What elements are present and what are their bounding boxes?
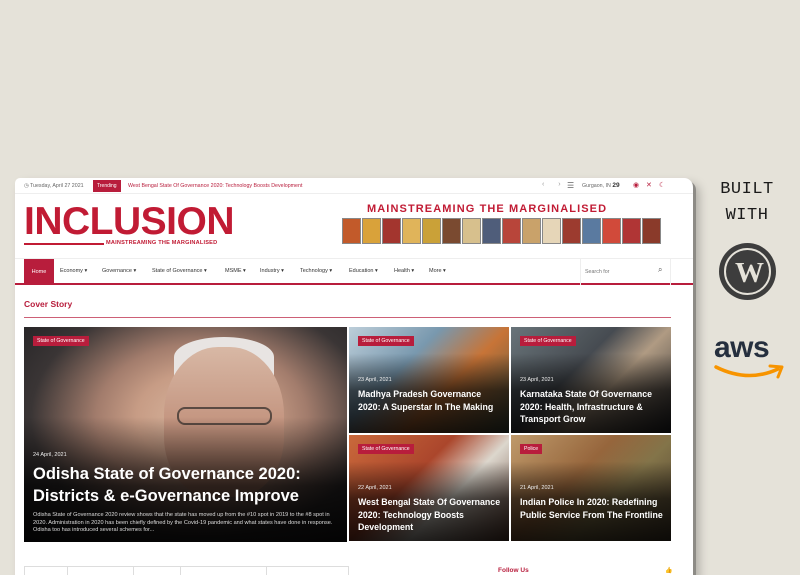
category-badge[interactable]: State of Governance [358, 444, 414, 454]
aws-smile-arrow [714, 364, 784, 379]
category-badge[interactable]: State of Governance [520, 336, 576, 346]
magazine-covers [342, 218, 661, 244]
widget-tabs [24, 566, 349, 575]
top-bar: ◷ Tuesday, April 27 2021 Trending West B… [15, 178, 693, 194]
nav-item-governance[interactable]: Governance ▾ [102, 268, 136, 274]
featured-story-card[interactable]: State of Governance 24 April, 2021 Odish… [24, 327, 347, 542]
magazine-cover [642, 218, 661, 244]
nav-item-state-of-governance[interactable]: State of Governance ▾ [152, 268, 207, 274]
nav-item-industry[interactable]: Industry ▾ [260, 268, 284, 274]
tab[interactable] [134, 567, 181, 575]
tab[interactable] [25, 567, 68, 575]
magazine-cover [502, 218, 521, 244]
story-excerpt: Odisha State of Governance 2020 review s… [33, 512, 333, 534]
story-date: 23 April, 2021 [520, 377, 554, 383]
aws-logo-icon: aws [714, 331, 786, 386]
story-date: 21 April, 2021 [520, 485, 554, 491]
story-title[interactable]: Odisha State of Governance 2020: Distric… [33, 463, 333, 507]
magazine-cover [482, 218, 501, 244]
search-icon[interactable]: ⌕ [658, 265, 662, 275]
magazine-cover [362, 218, 381, 244]
category-badge[interactable]: State of Governance [358, 336, 414, 346]
site-logo[interactable]: INCLUSION MAINSTREAMING THE MARGINALISED [24, 200, 235, 250]
magazine-cover [522, 218, 541, 244]
magazine-cover [382, 218, 401, 244]
logo-tagline: MAINSTREAMING THE MARGINALISED [106, 240, 218, 246]
banner-title: MAINSTREAMING THE MARGINALISED [367, 203, 608, 215]
story-date: 22 April, 2021 [358, 485, 392, 491]
section-divider [24, 317, 671, 318]
logo-wordmark: INCLUSION [24, 200, 235, 243]
nav-item-technology[interactable]: Technology ▾ [300, 268, 332, 274]
follow-us-heading: Follow Us [498, 567, 529, 574]
menu-icon[interactable]: ☰ [567, 181, 574, 190]
random-icon[interactable]: ✕ [646, 181, 652, 189]
built-with-text: BUILT WITH [720, 180, 774, 225]
logo-rule [24, 243, 104, 245]
story-card[interactable]: State of Governance 23 April, 2021 Karna… [511, 327, 671, 433]
story-title[interactable]: West Bengal State Of Governance 2020: Te… [358, 496, 504, 534]
category-badge[interactable]: State of Governance [33, 336, 89, 346]
dark-mode-icon[interactable]: ☾ [659, 181, 665, 189]
trending-link[interactable]: West Bengal State Of Governance 2020: Te… [128, 183, 302, 189]
story-card[interactable]: State of Governance 23 April, 2021 Madhy… [349, 327, 509, 433]
wordpress-logo-icon: W [719, 243, 776, 300]
section-title: Cover Story [24, 299, 73, 309]
magazine-cover [562, 218, 581, 244]
story-card[interactable]: Police 21 April, 2021 Indian Police In 2… [511, 435, 671, 541]
nav-item-education[interactable]: Education ▾ [349, 268, 378, 274]
magazine-cover [622, 218, 641, 244]
aws-wordmark: aws [714, 331, 770, 364]
tab[interactable] [181, 567, 267, 575]
story-date: 23 April, 2021 [358, 377, 392, 383]
tab[interactable] [68, 567, 134, 575]
category-badge[interactable]: Police [520, 444, 543, 454]
magazine-cover [442, 218, 461, 244]
magazine-cover [342, 218, 361, 244]
magazine-cover [462, 218, 481, 244]
story-title[interactable]: Karnataka State Of Governance 2020: Heal… [520, 388, 666, 426]
story-title[interactable]: Indian Police In 2020: Redefining Public… [520, 496, 666, 521]
search-box: ⌕ [580, 259, 671, 285]
website-screenshot: ◷ Tuesday, April 27 2021 Trending West B… [15, 178, 693, 575]
magazine-banner[interactable]: MAINSTREAMING THE MARGINALISED [340, 203, 670, 246]
magazine-cover [602, 218, 621, 244]
date-text: ◷ Tuesday, April 27 2021 [24, 183, 84, 189]
story-date: 24 April, 2021 [33, 452, 67, 458]
magazine-cover [542, 218, 561, 244]
nav-item-economy[interactable]: Economy ▾ [60, 268, 87, 274]
magazine-cover [402, 218, 421, 244]
wordpress-ring: W [724, 248, 771, 295]
nav-item-more[interactable]: More ▾ [429, 268, 446, 274]
story-card[interactable]: State of Governance 22 April, 2021 West … [349, 435, 509, 541]
search-input[interactable] [585, 266, 651, 278]
main-nav: Home Economy ▾ Governance ▾ State of Gov… [15, 258, 693, 285]
wordpress-letter: W [735, 257, 764, 289]
story-title[interactable]: Madhya Pradesh Governance 2020: A Supers… [358, 388, 504, 413]
nav-item-health[interactable]: Health ▾ [394, 268, 414, 274]
magazine-cover [422, 218, 441, 244]
magazine-cover [582, 218, 601, 244]
nav-item-msme[interactable]: MSME ▾ [225, 268, 246, 274]
thumbs-up-icon: 👍 [665, 568, 673, 574]
user-icon[interactable]: ◉ [633, 181, 639, 189]
nav-home[interactable]: Home [24, 259, 54, 285]
trending-badge: Trending [93, 180, 121, 192]
ticker-arrows[interactable]: ‹ › [542, 181, 567, 188]
weather-widget: Gurgaon, IN 29 [582, 182, 620, 189]
